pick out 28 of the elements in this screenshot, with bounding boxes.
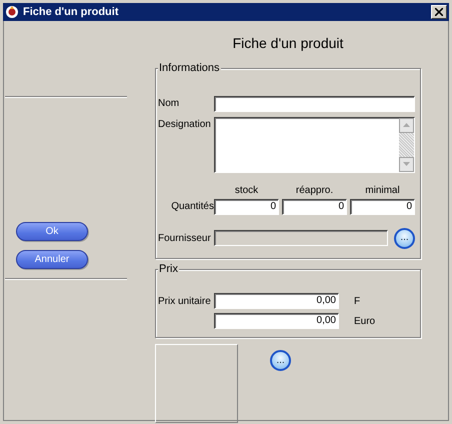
app-icon — [5, 5, 19, 19]
ok-button[interactable]: Ok — [16, 222, 88, 241]
designation-field[interactable] — [214, 116, 415, 172]
field-label: Designation — [158, 118, 212, 132]
field-label: Nom — [158, 97, 180, 111]
scroll-up-icon — [403, 123, 410, 127]
column-header: minimal — [364, 184, 401, 198]
price-field[interactable]: 0,00 — [214, 313, 339, 329]
quantity-field[interactable]: 0 — [282, 198, 347, 214]
field-label: Fournisseur — [158, 232, 212, 246]
price-field[interactable]: 0,00 — [214, 293, 339, 309]
scroll-down-icon — [403, 162, 410, 166]
column-header: réappro. — [294, 184, 334, 198]
scrollbar[interactable] — [399, 118, 414, 172]
close-icon — [435, 8, 443, 16]
field-label: Prix unitaire — [158, 294, 212, 308]
quantity-field[interactable]: 0 — [214, 198, 279, 214]
field-label: Quantités — [170, 200, 214, 214]
form-heading: Fiche d'un produit — [232, 34, 344, 53]
column-header: stock — [234, 184, 260, 198]
quantity-field[interactable]: 0 — [350, 198, 415, 214]
currency-label: Euro — [354, 314, 376, 328]
name-field[interactable] — [214, 96, 415, 112]
close-button[interactable] — [431, 5, 447, 19]
cancel-button[interactable]: Annuler — [16, 250, 88, 269]
browse-button[interactable]: ... — [270, 350, 291, 371]
currency-label: F — [354, 294, 360, 308]
window-title: Fiche d'un produit — [23, 4, 120, 20]
